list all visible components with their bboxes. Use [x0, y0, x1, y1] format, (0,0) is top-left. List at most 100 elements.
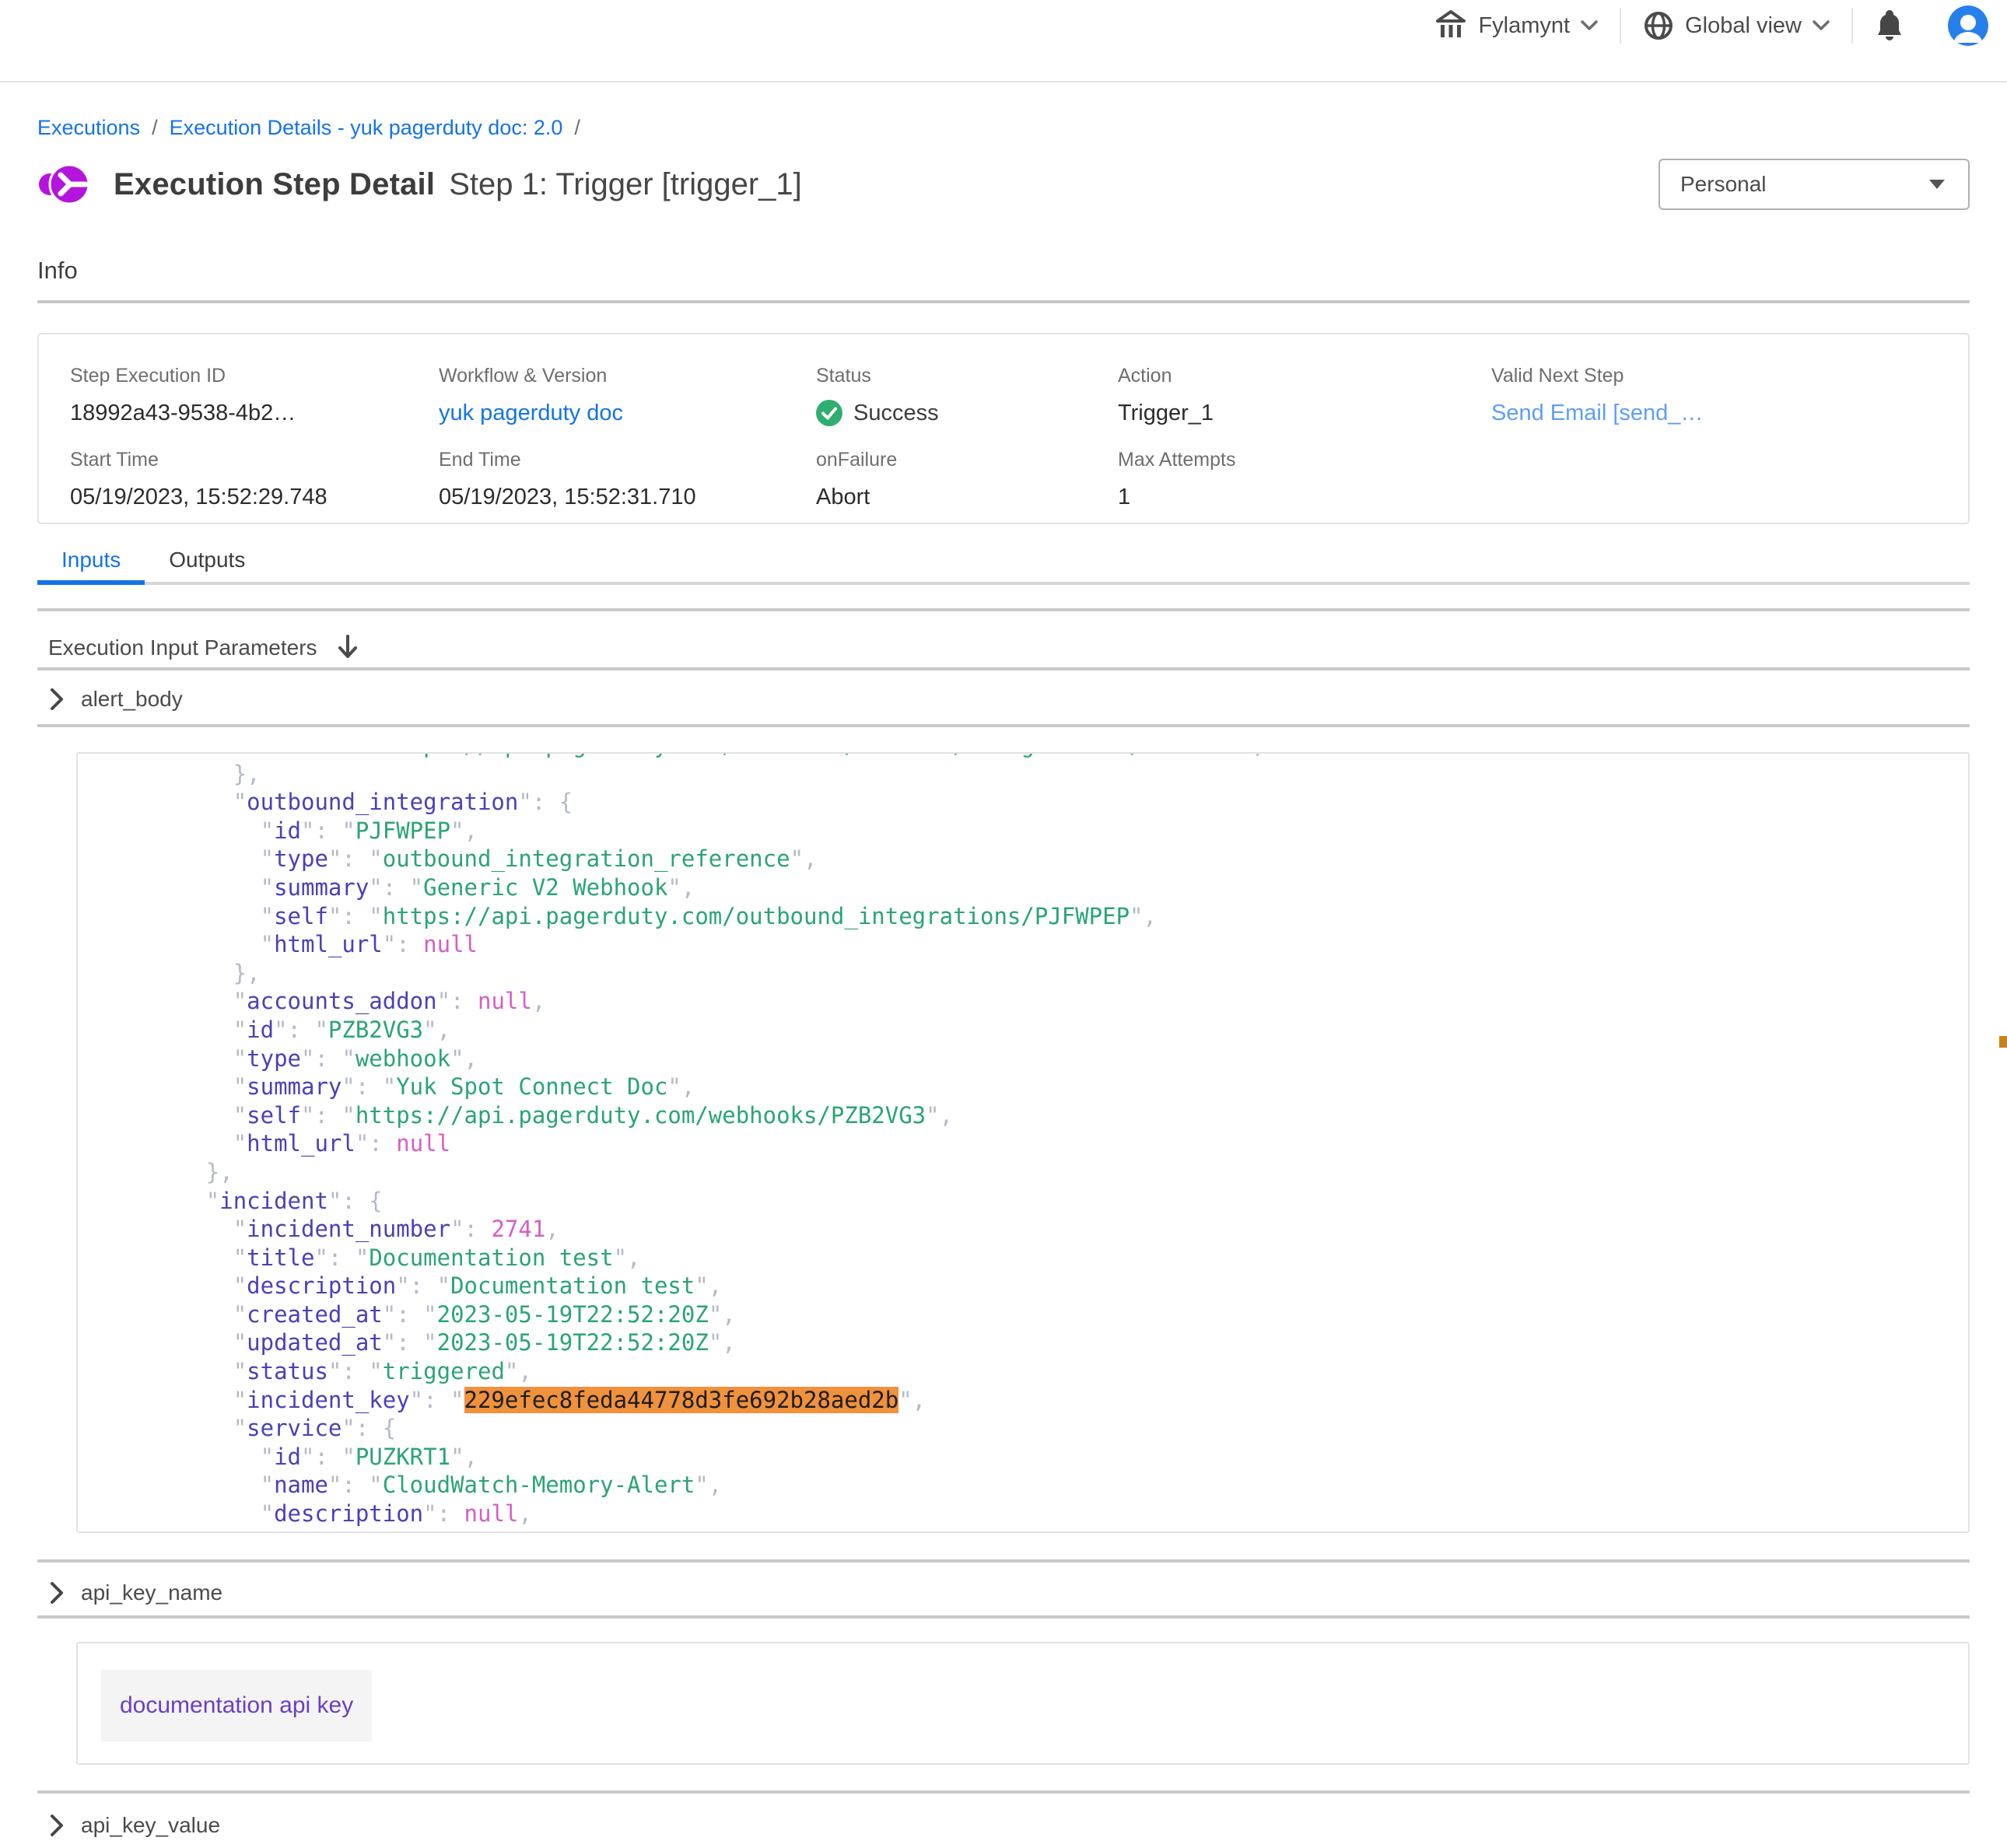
collapse-label: api_key_value	[81, 1813, 220, 1838]
info-field-label: Max Attempts	[1118, 448, 1491, 471]
api-key-name-value-box: documentation api key	[76, 1642, 1970, 1765]
collapse-label: api_key_name	[81, 1580, 222, 1605]
code-line: "self": "https://api.pagerduty.com/webho…	[124, 1101, 1968, 1130]
code-line: "type": "webhook",	[124, 1045, 1968, 1073]
section-divider	[37, 608, 1970, 611]
code-line: "self": "https://api.pagerduty.com/outbo…	[124, 902, 1968, 931]
highlighted-incident-key: 229efec8feda44778d3fe692b28aed2b	[464, 1387, 899, 1413]
code-line: "summary": "Yuk Spot Connect Doc",	[124, 1073, 1968, 1101]
download-icon[interactable]	[338, 635, 358, 661]
info-field: Workflow & Version yuk pagerduty doc	[439, 364, 816, 426]
info-field: Valid Next StepSend Email [send_…	[1491, 364, 1968, 426]
code-line: "accounts_addon": null,	[124, 987, 1968, 1016]
breadcrumb-separator: /	[574, 116, 580, 140]
main-content: Executions / Execution Details - yuk pager…	[0, 115, 2007, 1848]
chevron-right-icon	[50, 1581, 64, 1605]
info-field-value[interactable]: yuk pagerduty doc	[439, 400, 816, 426]
code-line: "html_url": null	[124, 1129, 1968, 1158]
info-field-value[interactable]: Send Email [send_…	[1491, 400, 1968, 426]
collapse-label: alert_body	[81, 687, 183, 712]
institution-icon	[1434, 9, 1467, 42]
collapse-row-alert-body[interactable]: alert_body	[37, 677, 1970, 722]
info-field-label: End Time	[439, 448, 816, 471]
code-line: "incident_number": 2741,	[124, 1215, 1968, 1244]
info-field-value: 05/19/2023, 15:52:29.748	[70, 484, 439, 510]
info-field-label: Start Time	[70, 448, 439, 471]
section-divider	[37, 1559, 1970, 1563]
title-row: Execution Step Detail Step 1: Trigger [t…	[37, 157, 1970, 212]
select-caret-icon	[1929, 180, 1945, 189]
success-check-icon	[816, 400, 842, 426]
page-subtitle: Step 1: Trigger [trigger_1]	[449, 167, 802, 202]
api-key-name-chip: documentation api key	[101, 1670, 372, 1741]
breadcrumb: Executions / Execution Details - yuk pager…	[37, 115, 1970, 140]
code-line: "id": "PJFWPEP",	[124, 817, 1968, 845]
topbar: Fylamynt Global view	[0, 0, 2007, 82]
execution-input-parameters-header: Execution Input Parameters	[37, 632, 1970, 664]
workflow-step-icon	[37, 159, 89, 210]
info-card: Step Execution ID 18992a43-9538-4b2…Workf…	[37, 333, 1970, 524]
tab-bar: InputsOutputs	[37, 548, 1970, 585]
scope-select-value: Personal	[1680, 172, 1767, 197]
breadcrumb-link[interactable]: Executions	[37, 116, 140, 140]
info-field: End Time 05/19/2023, 15:52:31.710	[439, 448, 816, 510]
info-field-label: Workflow & Version	[439, 364, 816, 387]
info-field: Step Execution ID 18992a43-9538-4b2…	[70, 364, 439, 426]
code-line: "updated_at": "2023-05-19T22:52:20Z",	[124, 1328, 1968, 1357]
view-switcher[interactable]: Global view	[1643, 10, 1830, 41]
org-switcher[interactable]: Fylamynt	[1434, 9, 1598, 42]
chevron-right-icon	[50, 688, 64, 711]
code-line: },	[124, 760, 1968, 789]
code-line: "created_at": "2023-05-19T22:52:20Z",	[124, 1300, 1968, 1329]
scope-select[interactable]: Personal	[1658, 159, 1970, 210]
info-heading: Info	[37, 257, 1970, 283]
code-line: "description": null,	[124, 1500, 1968, 1528]
view-label: Global view	[1685, 13, 1802, 39]
tab-outputs[interactable]: Outputs	[145, 548, 269, 582]
breadcrumb-link[interactable]: Execution Details - yuk pagerduty doc: 2…	[170, 116, 563, 140]
code-line: "self": "https://api.pagerduty.com/servi…	[124, 752, 1968, 760]
info-field-label: Step Execution ID	[70, 364, 439, 387]
code-line: "service": {	[124, 1414, 1968, 1443]
chevron-right-icon	[50, 1814, 64, 1837]
info-field-value: Trigger_1	[1118, 400, 1491, 426]
code-line: "status": "triggered",	[124, 1357, 1968, 1386]
code-line: "id": "PUZKRT1",	[124, 1443, 1968, 1472]
collapse-row-api-key-name[interactable]: api_key_name	[37, 1570, 1970, 1615]
user-avatar[interactable]	[1948, 5, 1988, 46]
info-field-value: 05/19/2023, 15:52:31.710	[439, 484, 816, 510]
alert-body-json-panel[interactable]: "self": "https://api.pagerduty.com/servi…	[76, 752, 1970, 1533]
scrollbar-search-marker	[1999, 1036, 2007, 1048]
info-field-value: 1	[1118, 484, 1491, 510]
org-label: Fylamynt	[1478, 13, 1570, 39]
code-line: "created_at": "2023-05-19T15:52:20-07:00…	[124, 1528, 1968, 1533]
section-divider	[37, 1615, 1970, 1619]
execution-input-parameters-title: Execution Input Parameters	[48, 635, 317, 660]
info-field-label: Status	[816, 364, 1118, 387]
info-field-value: 18992a43-9538-4b2…	[70, 400, 439, 426]
code-line: "id": "PZB2VG3",	[124, 1016, 1968, 1045]
code-line: "outbound_integration": {	[124, 788, 1968, 817]
code-line: "incident": {	[124, 1187, 1968, 1216]
json-code: "self": "https://api.pagerduty.com/servi…	[78, 752, 1968, 1533]
code-line: "name": "CloudWatch-Memory-Alert",	[124, 1471, 1968, 1500]
code-line: "html_url": null	[124, 930, 1968, 959]
tab-inputs[interactable]: Inputs	[37, 548, 145, 582]
notifications-bell-icon[interactable]	[1875, 9, 1904, 43]
status-text: Success	[853, 400, 939, 426]
breadcrumb-separator: /	[152, 116, 158, 140]
collapse-row-api-key-value[interactable]: api_key_value	[37, 1803, 1970, 1848]
section-divider	[37, 724, 1970, 727]
info-field: Start Time 05/19/2023, 15:52:29.748	[70, 448, 439, 510]
topbar-divider	[1620, 8, 1621, 44]
code-line: },	[124, 959, 1968, 988]
info-field-value: Success	[816, 400, 1118, 426]
code-line: "title": "Documentation test",	[124, 1244, 1968, 1272]
info-field: ActionTrigger_1	[1118, 364, 1491, 426]
code-line: },	[124, 1158, 1968, 1187]
info-field: Status Success	[816, 364, 1118, 426]
code-line: "description": "Documentation test",	[124, 1272, 1968, 1300]
info-field: Max Attempts 1	[1118, 448, 1491, 510]
section-divider	[37, 300, 1970, 303]
api-key-name-chip-label: documentation api key	[120, 1692, 353, 1719]
